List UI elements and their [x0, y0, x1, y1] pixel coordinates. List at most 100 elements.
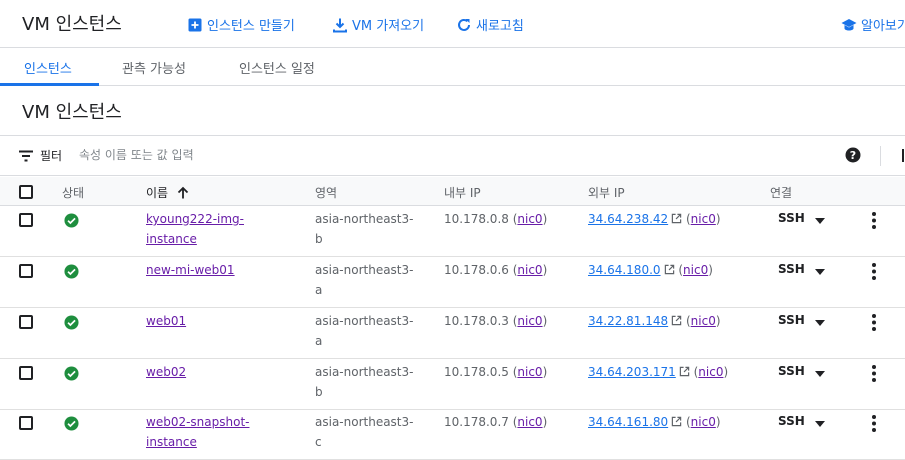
ssh-dropdown-icon[interactable] [815, 421, 825, 427]
zone-line1: asia-northeast3- [315, 212, 414, 226]
external-nic-link[interactable]: nic0 [683, 263, 708, 277]
external-ip-link[interactable]: 34.64.161.80 [588, 415, 668, 429]
zone-line1: asia-northeast3- [315, 415, 414, 429]
external-nic-link[interactable]: nic0 [691, 212, 716, 226]
ssh-button[interactable]: SSH [778, 262, 805, 276]
filter-icon[interactable] [18, 150, 34, 162]
status-running-icon [64, 366, 79, 381]
instance-name-cell: kyoung222-img-instance [146, 209, 244, 249]
ssh-button[interactable]: SSH [778, 211, 805, 225]
instance-name-link[interactable]: web01 [146, 314, 186, 328]
create-instance-label: 인스턴스 만들기 [207, 19, 295, 34]
select-all-checkbox[interactable] [19, 185, 33, 199]
zone-cell: asia-northeast3- b [315, 362, 413, 402]
page-title: VM 인스턴스 [22, 14, 122, 35]
instance-name-link[interactable]: web02 [146, 365, 186, 379]
learn-label: 알아보기 [861, 19, 905, 34]
tab-bar: 인스턴스 관측 가능성 인스턴스 일정 [0, 48, 905, 86]
ssh-dropdown-icon[interactable] [815, 320, 825, 326]
more-actions-icon[interactable] [868, 313, 880, 332]
open-in-new-icon[interactable] [671, 213, 682, 224]
instance-name-cell: web02-snapshot-instance [146, 412, 249, 452]
internal-ip: 10.178.0.3 [444, 314, 509, 328]
internal-ip-cell: 10.178.0.8 (nic0) [444, 212, 548, 226]
refresh-label: 새로고침 [476, 19, 524, 34]
create-instance-button[interactable]: 인스턴스 만들기 [187, 15, 295, 34]
zone-line2: b [315, 385, 323, 399]
ssh-button[interactable]: SSH [778, 364, 805, 378]
internal-ip: 10.178.0.7 [444, 415, 509, 429]
internal-ip-cell: 10.178.0.6 (nic0) [444, 263, 548, 277]
tab-observability[interactable]: 관측 가능성 [122, 58, 186, 77]
tab-instance-schedule[interactable]: 인스턴스 일정 [239, 58, 315, 77]
external-nic-link[interactable]: nic0 [691, 415, 716, 429]
more-actions-icon[interactable] [868, 262, 880, 281]
ssh-button[interactable]: SSH [778, 414, 805, 428]
zone-cell: asia-northeast3- c [315, 412, 413, 452]
external-ip-link[interactable]: 34.64.238.42 [588, 212, 668, 226]
more-actions-icon[interactable] [868, 364, 880, 383]
zone-line2: c [315, 435, 322, 449]
internal-nic-link[interactable]: nic0 [517, 415, 542, 429]
row-checkbox[interactable] [19, 264, 33, 278]
internal-ip: 10.178.0.6 [444, 263, 509, 277]
row-checkbox[interactable] [19, 416, 33, 430]
external-ip-link[interactable]: 34.22.81.148 [588, 314, 668, 328]
external-ip-link[interactable]: 34.64.180.0 [588, 263, 661, 277]
column-header-name-label: 이름 [146, 186, 169, 200]
sort-ascending-icon[interactable] [176, 186, 190, 200]
external-ip-link[interactable]: 34.64.203.171 [588, 365, 676, 379]
refresh-icon [458, 18, 470, 31]
row-checkbox[interactable] [19, 366, 33, 380]
svg-text:?: ? [850, 149, 856, 162]
internal-nic-link[interactable]: nic0 [517, 314, 542, 328]
download-icon [333, 18, 347, 32]
ssh-dropdown-icon[interactable] [815, 218, 825, 224]
open-in-new-icon[interactable] [671, 416, 682, 427]
internal-nic-link[interactable]: nic0 [517, 365, 542, 379]
instance-name-link-line2[interactable]: instance [146, 232, 197, 246]
internal-ip-cell: 10.178.0.7 (nic0) [444, 415, 548, 429]
table-row: new-mi-web01 asia-northeast3- a 10.178.0.… [0, 257, 905, 308]
instance-name-link-line2[interactable]: instance [146, 435, 197, 449]
internal-nic-link[interactable]: nic0 [517, 212, 542, 226]
ssh-dropdown-icon[interactable] [815, 269, 825, 275]
column-header-connect: 연결 [770, 186, 793, 200]
external-nic-link[interactable]: nic0 [691, 314, 716, 328]
open-in-new-icon[interactable] [679, 366, 690, 377]
table-row: kyoung222-img-instance asia-northeast3- b… [0, 206, 905, 257]
instance-name-link[interactable]: web02-snapshot- [146, 415, 249, 429]
status-running-icon [64, 213, 79, 228]
open-in-new-icon[interactable] [671, 315, 682, 326]
filter-input[interactable] [79, 142, 499, 168]
tab-instances[interactable]: 인스턴스 [24, 58, 72, 77]
external-ip-cell: 34.64.203.171 (nic0) [588, 365, 729, 379]
internal-nic-link[interactable]: nic0 [517, 263, 542, 277]
instance-name-link[interactable]: new-mi-web01 [146, 263, 235, 277]
more-actions-icon[interactable] [868, 414, 880, 433]
external-ip-cell: 34.64.238.42 (nic0) [588, 212, 721, 226]
row-checkbox[interactable] [19, 213, 33, 227]
help-icon[interactable]: ? [845, 147, 861, 163]
import-vm-button[interactable]: VM 가져오기 [332, 15, 424, 34]
external-nic-link[interactable]: nic0 [698, 365, 723, 379]
open-in-new-icon[interactable] [664, 264, 675, 275]
filter-label: 필터 [40, 149, 63, 163]
filter-bar: 필터 ? [0, 136, 905, 176]
row-checkbox[interactable] [19, 315, 33, 329]
column-header-internal-ip: 내부 IP [444, 186, 481, 200]
instance-name-cell: web02 [146, 362, 186, 382]
column-header-status: 상태 [62, 186, 85, 200]
status-running-icon [64, 416, 79, 431]
refresh-button[interactable]: 새로고침 [456, 15, 524, 34]
instance-name-cell: web01 [146, 311, 186, 331]
learn-button[interactable]: 알아보기 [841, 15, 905, 34]
instance-name-link[interactable]: kyoung222-img- [146, 212, 244, 226]
ssh-dropdown-icon[interactable] [815, 371, 825, 377]
ssh-button[interactable]: SSH [778, 313, 805, 327]
column-header-name[interactable]: 이름 [146, 184, 190, 201]
section-title: VM 인스턴스 [22, 102, 122, 123]
column-display-icon[interactable] [902, 149, 904, 162]
more-actions-icon[interactable] [868, 211, 880, 230]
zone-line1: asia-northeast3- [315, 314, 414, 328]
